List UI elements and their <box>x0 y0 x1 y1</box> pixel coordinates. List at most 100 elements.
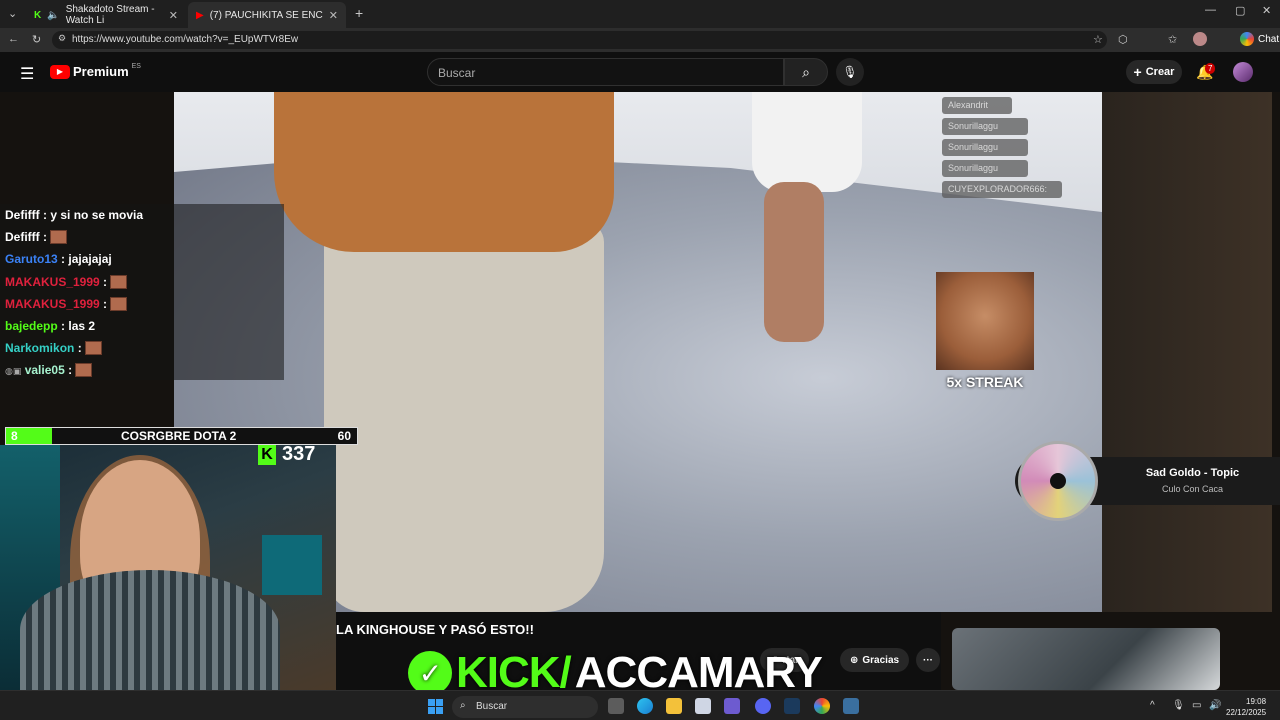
create-label: Crear <box>1145 66 1175 78</box>
goal-label: COSRGBRE DOTA 2 <box>121 429 237 443</box>
alert-item: Sonurillaggu <box>942 118 1028 135</box>
close-tab-icon[interactable]: ✕ <box>169 9 178 22</box>
stream-room-background <box>1102 92 1272 612</box>
streak-label: 5x STREAK <box>946 374 1024 390</box>
badge-icon: ◍▣ <box>5 366 22 376</box>
chat-message: MAKAKUS_1999 : <box>5 297 128 312</box>
site-info-icon[interactable]: ⚙ <box>58 33 66 44</box>
alert-item: Sonurillaggu <box>942 139 1028 156</box>
alert-item: CUYEXPLORADOR666: <box>942 181 1062 198</box>
chat-message: ◍▣ valie05 : <box>5 363 93 379</box>
task-view-icon[interactable] <box>608 698 624 714</box>
chrome-icon[interactable] <box>814 698 830 714</box>
video-scene-dress <box>752 92 862 192</box>
alert-feed: Alexandrit Sonurillaggu Sonurillaggu Son… <box>942 97 1062 202</box>
bookmark-star-icon[interactable]: ☆ <box>1093 33 1103 46</box>
chat-message: bajedepp : las 2 <box>5 319 95 334</box>
account-avatar[interactable] <box>1233 62 1253 82</box>
start-icon[interactable] <box>428 699 443 714</box>
minimize-icon[interactable]: — <box>1205 4 1216 16</box>
thanks-button[interactable]: ⊕ Gracias <box>840 648 910 672</box>
tray-chevron-icon[interactable]: ^ <box>1150 700 1155 711</box>
chat-user: Garuto13 <box>5 252 58 266</box>
create-button[interactable]: + Crear <box>1126 60 1182 84</box>
chat-text: : <box>103 275 108 289</box>
viewer-count-value: 337 <box>282 443 316 465</box>
emote-icon <box>110 297 128 311</box>
emote-icon <box>84 341 102 355</box>
new-tab-icon[interactable]: + <box>355 5 363 21</box>
youtube-logo[interactable]: ▶ Premium ES <box>50 63 141 79</box>
mic-tray-icon[interactable]: 🎙 <box>1172 700 1185 711</box>
tab-list-icon[interactable]: ⌄ <box>8 7 17 20</box>
viewer-count: K 337 <box>258 443 315 466</box>
verified-check-icon: ✓ <box>408 651 452 695</box>
search-input[interactable]: Buscar <box>427 58 784 86</box>
menu-icon[interactable]: ☰ <box>20 64 34 84</box>
chat-text: : <box>43 230 48 244</box>
thanks-label: Gracias <box>862 654 900 666</box>
more-actions-button[interactable]: ··· <box>916 648 940 672</box>
edge-icon[interactable] <box>637 698 653 714</box>
webcam-light <box>262 535 322 595</box>
taskbar-search-icon: ⌕ <box>460 700 466 711</box>
url-field[interactable]: https://www.youtube.com/watch?v=_EUpWTVr… <box>52 31 1107 49</box>
chat-text: : las 2 <box>61 319 96 333</box>
chat-message: Narkomikon : <box>5 341 102 356</box>
profile-icon[interactable] <box>1193 32 1207 46</box>
discord-icon[interactable] <box>755 698 771 714</box>
emote-icon <box>50 230 68 244</box>
search-button[interactable]: ⌕ <box>784 58 828 86</box>
search-icon: ⌕ <box>802 63 810 80</box>
close-tab-icon[interactable]: ✕ <box>329 9 338 22</box>
teams-icon[interactable] <box>724 698 740 714</box>
copilot-chat-button[interactable]: Chat <box>1240 32 1279 46</box>
video-scene-shirt <box>274 92 614 252</box>
volume-icon[interactable]: 🔊 <box>1209 700 1221 711</box>
premium-label: Premium <box>73 64 129 79</box>
network-icon[interactable]: ▭ <box>1192 700 1201 711</box>
favorites-icon[interactable]: ✩ <box>1168 33 1177 46</box>
goal-current: 8 <box>11 429 18 443</box>
disc-center <box>1050 473 1066 489</box>
settings-icon[interactable] <box>843 698 859 714</box>
emote-icon <box>110 275 128 289</box>
song-artist: Culo Con Caca <box>1161 484 1224 494</box>
back-icon[interactable]: ← <box>8 33 19 45</box>
chat-user: MAKAKUS_1999 <box>5 275 100 289</box>
chat-text: : <box>77 341 82 355</box>
clock-time: 19:08 <box>1246 697 1267 706</box>
chat-text: : <box>103 297 108 311</box>
chat-user: Defifff <box>5 230 40 244</box>
taskbar-clock[interactable]: 19:08 22/12/2025 <box>1226 696 1266 718</box>
chat-user: bajedepp <box>5 319 58 333</box>
chat-text: : y si no se movia <box>43 208 144 222</box>
steam-icon[interactable] <box>784 698 800 714</box>
maximize-icon[interactable]: ▢ <box>1235 4 1245 17</box>
tab-kick-stream[interactable]: K 🔈 Shakadoto Stream - Watch Li ✕ <box>26 2 186 28</box>
youtube-play-icon: ▶ <box>50 64 70 79</box>
reload-icon[interactable]: ↻ <box>32 33 41 46</box>
chat-label: Chat <box>1258 33 1280 45</box>
tab-title: Shakadoto Stream - Watch Li <box>65 4 155 26</box>
chat-message: Garuto13 : jajajajaj <box>5 252 112 267</box>
streak-emote-image <box>936 272 1034 370</box>
plus-icon: + <box>1133 64 1142 80</box>
video-scene-legs <box>764 182 824 342</box>
extensions-icon[interactable]: ⬡ <box>1118 33 1128 46</box>
close-window-icon[interactable]: ✕ <box>1262 4 1271 17</box>
taskbar-search-input[interactable]: Buscar <box>452 696 598 718</box>
chat-message: Defifff : y si no se movia <box>5 208 143 223</box>
store-icon[interactable] <box>695 698 711 714</box>
recommended-thumbnail[interactable] <box>952 628 1220 690</box>
more-icon: ··· <box>923 654 933 666</box>
voice-search-button[interactable]: 🎙 <box>836 58 864 86</box>
speaker-icon: 🔈 <box>47 9 60 21</box>
file-explorer-icon[interactable] <box>666 698 682 714</box>
copilot-icon <box>1240 32 1254 46</box>
chat-text: : jajajajaj <box>61 252 112 266</box>
chat-user: valie05 <box>24 363 65 377</box>
webcam-sweater <box>20 570 280 690</box>
chat-user: Narkomikon <box>5 341 75 355</box>
tab-youtube[interactable]: ▶ (7) PAUCHIKITA SE ENCUENTRA C ✕ <box>188 2 346 28</box>
